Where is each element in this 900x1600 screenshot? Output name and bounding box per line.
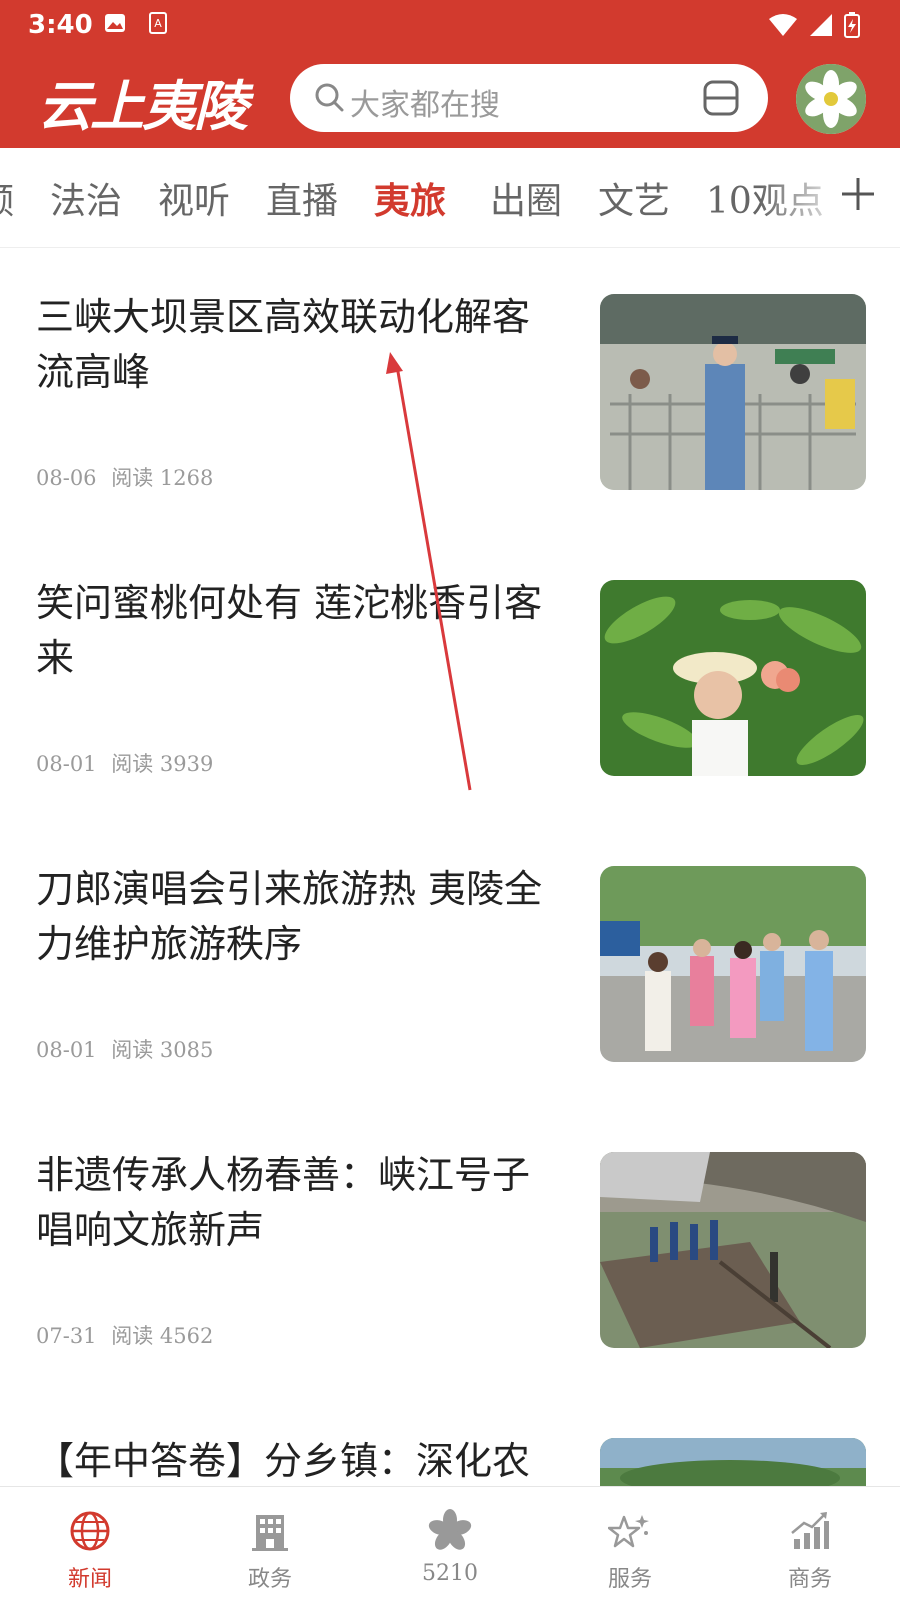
- news-reads: 阅读 4562: [111, 1324, 214, 1348]
- scan-icon[interactable]: [702, 79, 740, 117]
- tab-arts[interactable]: 文艺: [598, 172, 670, 224]
- news-meta: 08-01 阅读 3085: [36, 1034, 221, 1064]
- news-item[interactable]: 刀郎演唱会引来旅游热 夷陵全力维护旅游秩序 08-01 阅读 3085: [0, 822, 900, 1108]
- status-bar: 3:40 A: [0, 0, 900, 50]
- news-item[interactable]: 【年中答卷】分乡镇：深化农: [0, 1394, 900, 1486]
- news-thumbnail-image: [600, 580, 866, 776]
- tab-yilv[interactable]: 夷旅: [374, 172, 446, 224]
- nav-label: 服务: [607, 1567, 652, 1592]
- news-meta: 07-31 阅读 4562: [36, 1320, 221, 1350]
- flower-avatar-icon: [796, 64, 866, 134]
- status-right: [768, 12, 860, 38]
- news-list: 三峡大坝景区高效联动化解客流高峰 08-06 阅读 1268 笑问蜜桃何处有 莲…: [0, 250, 900, 1486]
- news-reads: 阅读 1268: [111, 466, 214, 490]
- nav-label: 新闻: [67, 1567, 112, 1592]
- tab-audio-video[interactable]: 视听: [158, 172, 230, 224]
- nav-government[interactable]: 政务: [180, 1487, 360, 1600]
- bottom-navigation: 新闻 政务 5210 服务 商务: [0, 1486, 900, 1600]
- app-header: 3:40 A 云上夷陵 大家都在搜: [0, 0, 900, 148]
- star-sparkle-icon: [608, 1515, 649, 1548]
- news-date: 08-01: [36, 752, 97, 776]
- nav-news[interactable]: 新闻: [0, 1487, 180, 1600]
- news-date: 08-01: [36, 1038, 97, 1062]
- news-item[interactable]: 三峡大坝景区高效联动化解客流高峰 08-06 阅读 1268: [0, 250, 900, 536]
- font-notification-icon: A: [149, 12, 167, 34]
- app-logo: 云上夷陵: [38, 74, 248, 138]
- tab-chuquan[interactable]: 出圈: [490, 172, 562, 224]
- add-channel-icon[interactable]: [838, 174, 878, 214]
- news-thumbnail-image: [600, 1152, 866, 1348]
- user-avatar[interactable]: [796, 64, 866, 134]
- flower-icon: [428, 1509, 472, 1550]
- wifi-icon: [769, 14, 797, 36]
- tab-fade: [760, 148, 850, 246]
- battery-icon: [844, 12, 860, 38]
- nav-label: 政务: [247, 1567, 292, 1592]
- news-item[interactable]: 非遗传承人杨春善：峡江号子唱响文旅新声 07-31 阅读 4562: [0, 1108, 900, 1394]
- tab-partial[interactable]: 频: [0, 172, 14, 224]
- news-thumbnail-image: [600, 294, 866, 490]
- tab-live[interactable]: 直播: [266, 172, 338, 224]
- news-reads: 阅读 3085: [111, 1038, 214, 1062]
- news-title: 笑问蜜桃何处有 莲沱桃香引客来: [36, 581, 543, 680]
- news-date: 07-31: [36, 1324, 97, 1348]
- nav-5210[interactable]: 5210: [360, 1487, 540, 1600]
- nav-label: 商务: [787, 1567, 832, 1592]
- category-tabs: 频 法治 视听 直播 夷旅 出圈 文艺 10观点: [0, 148, 900, 248]
- news-item[interactable]: 笑问蜜桃何处有 莲沱桃香引客来 08-01 阅读 3939: [0, 536, 900, 822]
- tab-law[interactable]: 法治: [50, 172, 122, 224]
- news-title: 非遗传承人杨春善：峡江号子唱响文旅新声: [36, 1153, 531, 1252]
- news-meta: 08-01 阅读 3939: [36, 748, 221, 778]
- svg-text:A: A: [154, 17, 162, 30]
- signal-icon: [810, 14, 832, 36]
- nav-label: 5210: [422, 1561, 478, 1586]
- nav-services[interactable]: 服务: [540, 1487, 720, 1600]
- news-title: 三峡大坝景区高效联动化解客流高峰: [36, 295, 531, 394]
- globe-icon: [70, 1511, 110, 1551]
- gallery-icon: [105, 14, 125, 32]
- news-reads: 阅读 3939: [111, 752, 214, 776]
- search-placeholder: 大家都在搜: [350, 88, 500, 123]
- search-bar[interactable]: 大家都在搜: [290, 64, 768, 132]
- nav-business[interactable]: 商务: [720, 1487, 900, 1600]
- news-thumbnail-image: [600, 1438, 866, 1486]
- news-title: 【年中答卷】分乡镇：深化农: [36, 1439, 531, 1483]
- news-date: 08-06: [36, 466, 97, 490]
- search-icon: [315, 83, 344, 112]
- news-title: 刀郎演唱会引来旅游热 夷陵全力维护旅游秩序: [36, 867, 543, 966]
- chart-up-icon: [791, 1512, 829, 1549]
- news-thumbnail-image: [600, 866, 866, 1062]
- news-meta: 08-06 阅读 1268: [36, 462, 221, 492]
- building-icon: [252, 1515, 288, 1551]
- status-time: 3:40: [28, 10, 93, 40]
